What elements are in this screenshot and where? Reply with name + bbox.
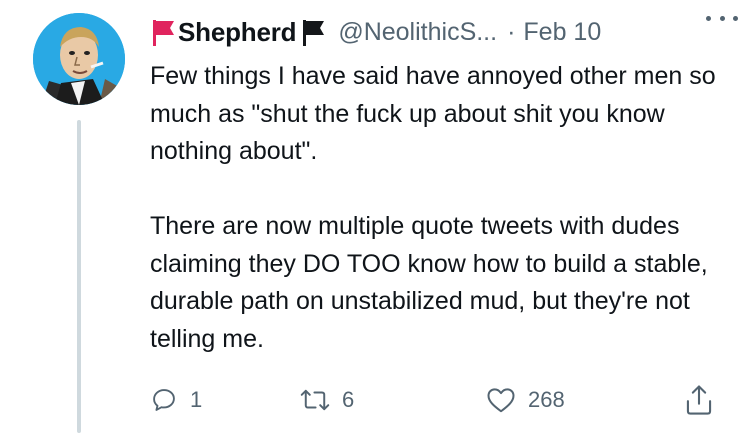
like-button[interactable]: 268 (486, 380, 565, 420)
share-button[interactable] (684, 380, 714, 420)
display-name[interactable]: Shepherd (178, 17, 297, 48)
reply-count: 1 (190, 387, 203, 412)
black-flag-icon (303, 20, 325, 46)
reply-button[interactable]: 1 (150, 380, 202, 420)
like-count: 268 (528, 387, 565, 412)
tweet-header: Shepherd @NeolithicS... · Feb 10 (150, 12, 750, 52)
reply-icon (153, 389, 175, 411)
retweet-button[interactable]: 6 (300, 380, 354, 420)
tweet-date[interactable]: Feb 10 (523, 18, 601, 47)
tweet-text: Few things I have said have annoyed othe… (150, 62, 716, 353)
separator-dot: · (507, 17, 516, 46)
avatar[interactable] (33, 13, 125, 105)
retweet-count: 6 (342, 387, 355, 412)
red-flag-icon (153, 20, 174, 46)
retweet-icon (300, 389, 330, 411)
share-icon (686, 385, 712, 415)
more-options-icon[interactable] (706, 8, 738, 28)
like-icon (487, 388, 515, 413)
tweet-actions: 1 6 268 (0, 380, 750, 420)
user-handle[interactable]: @NeolithicS... (338, 18, 497, 47)
